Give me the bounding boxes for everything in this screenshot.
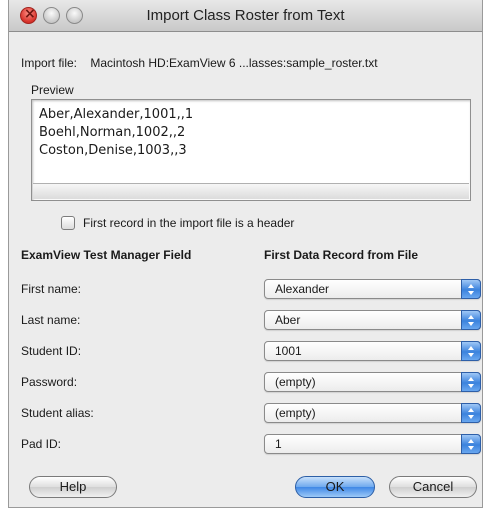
student-alias-popup[interactable]: (empty) xyxy=(264,403,481,423)
preview-textbox[interactable]: Aber,Alexander,1001,,1 Boehl,Norman,1002… xyxy=(31,99,471,201)
field-label-student-alias: Student alias: xyxy=(21,406,94,420)
field-label-student-id: Student ID: xyxy=(21,344,82,358)
preview-label: Preview xyxy=(31,83,74,97)
password-popup[interactable]: (empty) xyxy=(264,372,481,392)
preview-horizontal-scrollbar[interactable] xyxy=(33,183,469,199)
field-label-password: Password: xyxy=(21,375,78,389)
preview-line: Boehl,Norman,1002,,2 xyxy=(39,125,186,140)
popup-arrows-icon[interactable] xyxy=(461,372,481,392)
title-bar[interactable]: Import Class Roster from Text xyxy=(9,0,482,32)
popup-value: (empty) xyxy=(275,406,316,420)
student-id-popup[interactable]: 1001 xyxy=(264,341,481,361)
popup-arrows-icon[interactable] xyxy=(461,310,481,330)
header-checkbox[interactable] xyxy=(61,216,75,230)
field-label-first-name: First name: xyxy=(21,282,82,296)
import-file-label: Import file: xyxy=(21,56,78,70)
import-file-path: Macintosh HD:ExamView 6 ...lasses:sample… xyxy=(90,56,378,70)
import-roster-dialog: Import Class Roster from Text Import fil… xyxy=(8,0,483,508)
header-checkbox-label[interactable]: First record in the import file is a hea… xyxy=(83,216,294,230)
popup-value: 1001 xyxy=(275,344,302,358)
popup-value: 1 xyxy=(275,437,282,451)
help-button[interactable]: Help xyxy=(29,476,117,498)
field-label-pad-id: Pad ID: xyxy=(21,437,62,451)
cancel-button[interactable]: Cancel xyxy=(389,476,477,498)
preview-line: Coston,Denise,1003,,3 xyxy=(39,143,187,158)
import-file-row: Import file: Macintosh HD:ExamView 6 ...… xyxy=(21,56,378,70)
window-title: Import Class Roster from Text xyxy=(146,7,345,24)
field-label-last-name: Last name: xyxy=(21,313,81,327)
preview-line: Aber,Alexander,1001,,1 xyxy=(39,107,194,122)
popup-value: Alexander xyxy=(275,282,330,296)
column-header-record: First Data Record from File xyxy=(264,248,419,262)
popup-value: Aber xyxy=(275,313,301,327)
first-name-popup[interactable]: Alexander xyxy=(264,279,481,299)
column-header-field: ExamView Test Manager Field xyxy=(21,248,192,262)
popup-arrows-icon[interactable] xyxy=(461,434,481,454)
header-checkbox-row[interactable]: First record in the import file is a hea… xyxy=(61,216,294,230)
popup-arrows-icon[interactable] xyxy=(461,341,481,361)
popup-value: (empty) xyxy=(275,375,316,389)
last-name-popup[interactable]: Aber xyxy=(264,310,481,330)
ok-button[interactable]: OK xyxy=(295,476,375,498)
pad-id-popup[interactable]: 1 xyxy=(264,434,481,454)
popup-arrows-icon[interactable] xyxy=(461,403,481,423)
popup-arrows-icon[interactable] xyxy=(461,279,481,299)
